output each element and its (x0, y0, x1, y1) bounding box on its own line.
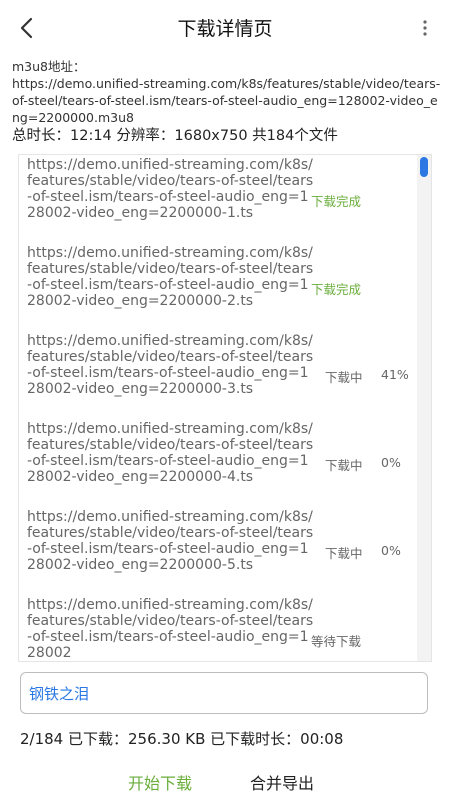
segment-url: https://demo.unified-streaming.com/k8s/f… (27, 509, 314, 573)
m3u8-label: m3u8地址： (12, 59, 86, 74)
segment-status: 等待下载 (311, 634, 362, 649)
list-item[interactable]: https://demo.unified-streaming.com/k8s/f… (19, 507, 417, 595)
segment-status: 下载中 (325, 546, 363, 561)
more-vert-icon[interactable] (420, 18, 430, 38)
segment-status: 下载完成 (311, 194, 362, 209)
segment-list[interactable]: https://demo.unified-streaming.com/k8s/f… (18, 154, 432, 662)
segment-status: 下载中 (325, 458, 363, 473)
segment-status: 下载完成 (311, 282, 362, 297)
segment-url: https://demo.unified-streaming.com/k8s/f… (27, 421, 314, 485)
segment-progress: 0% (381, 455, 401, 470)
segment-url: https://demo.unified-streaming.com/k8s/f… (27, 245, 314, 309)
segment-status: 下载中 (325, 370, 363, 385)
filename-value: 钢铁之泪 (29, 684, 90, 703)
page-title: 下载详情页 (177, 18, 273, 40)
m3u8-url: https://demo.unified-streaming.com/k8s/f… (12, 76, 441, 125)
list-item[interactable]: https://demo.unified-streaming.com/k8s/f… (19, 331, 417, 419)
scrollbar[interactable] (417, 155, 431, 661)
list-item[interactable]: https://demo.unified-streaming.com/k8s/f… (19, 419, 417, 507)
segment-progress: 41% (381, 367, 409, 382)
filename-input[interactable]: 钢铁之泪 (20, 672, 428, 714)
list-item[interactable]: https://demo.unified-streaming.com/k8s/f… (19, 155, 417, 243)
start-download-button[interactable]: 开始下载 (128, 770, 192, 794)
scrollbar-thumb[interactable] (420, 157, 428, 177)
segment-url: https://demo.unified-streaming.com/k8s/f… (27, 597, 314, 661)
top-app-bar: 下载详情页 (0, 0, 450, 56)
merge-export-button[interactable]: 合并导出 (250, 770, 314, 794)
list-item[interactable]: https://demo.unified-streaming.com/k8s/f… (19, 595, 417, 661)
list-item[interactable]: https://demo.unified-streaming.com/k8s/f… (19, 243, 417, 331)
segment-progress: 0% (381, 543, 401, 558)
download-stats: 2/184 已下载：256.30 KB 已下载时长：00:08 (20, 730, 344, 748)
segment-url: https://demo.unified-streaming.com/k8s/f… (27, 333, 314, 397)
segment-url: https://demo.unified-streaming.com/k8s/f… (27, 157, 314, 221)
m3u8-address-block: m3u8地址： https://demo.unified-streaming.c… (12, 58, 442, 126)
summary-line: 总时长：12:14 分辨率：1680x750 共184个文件 (12, 128, 338, 144)
